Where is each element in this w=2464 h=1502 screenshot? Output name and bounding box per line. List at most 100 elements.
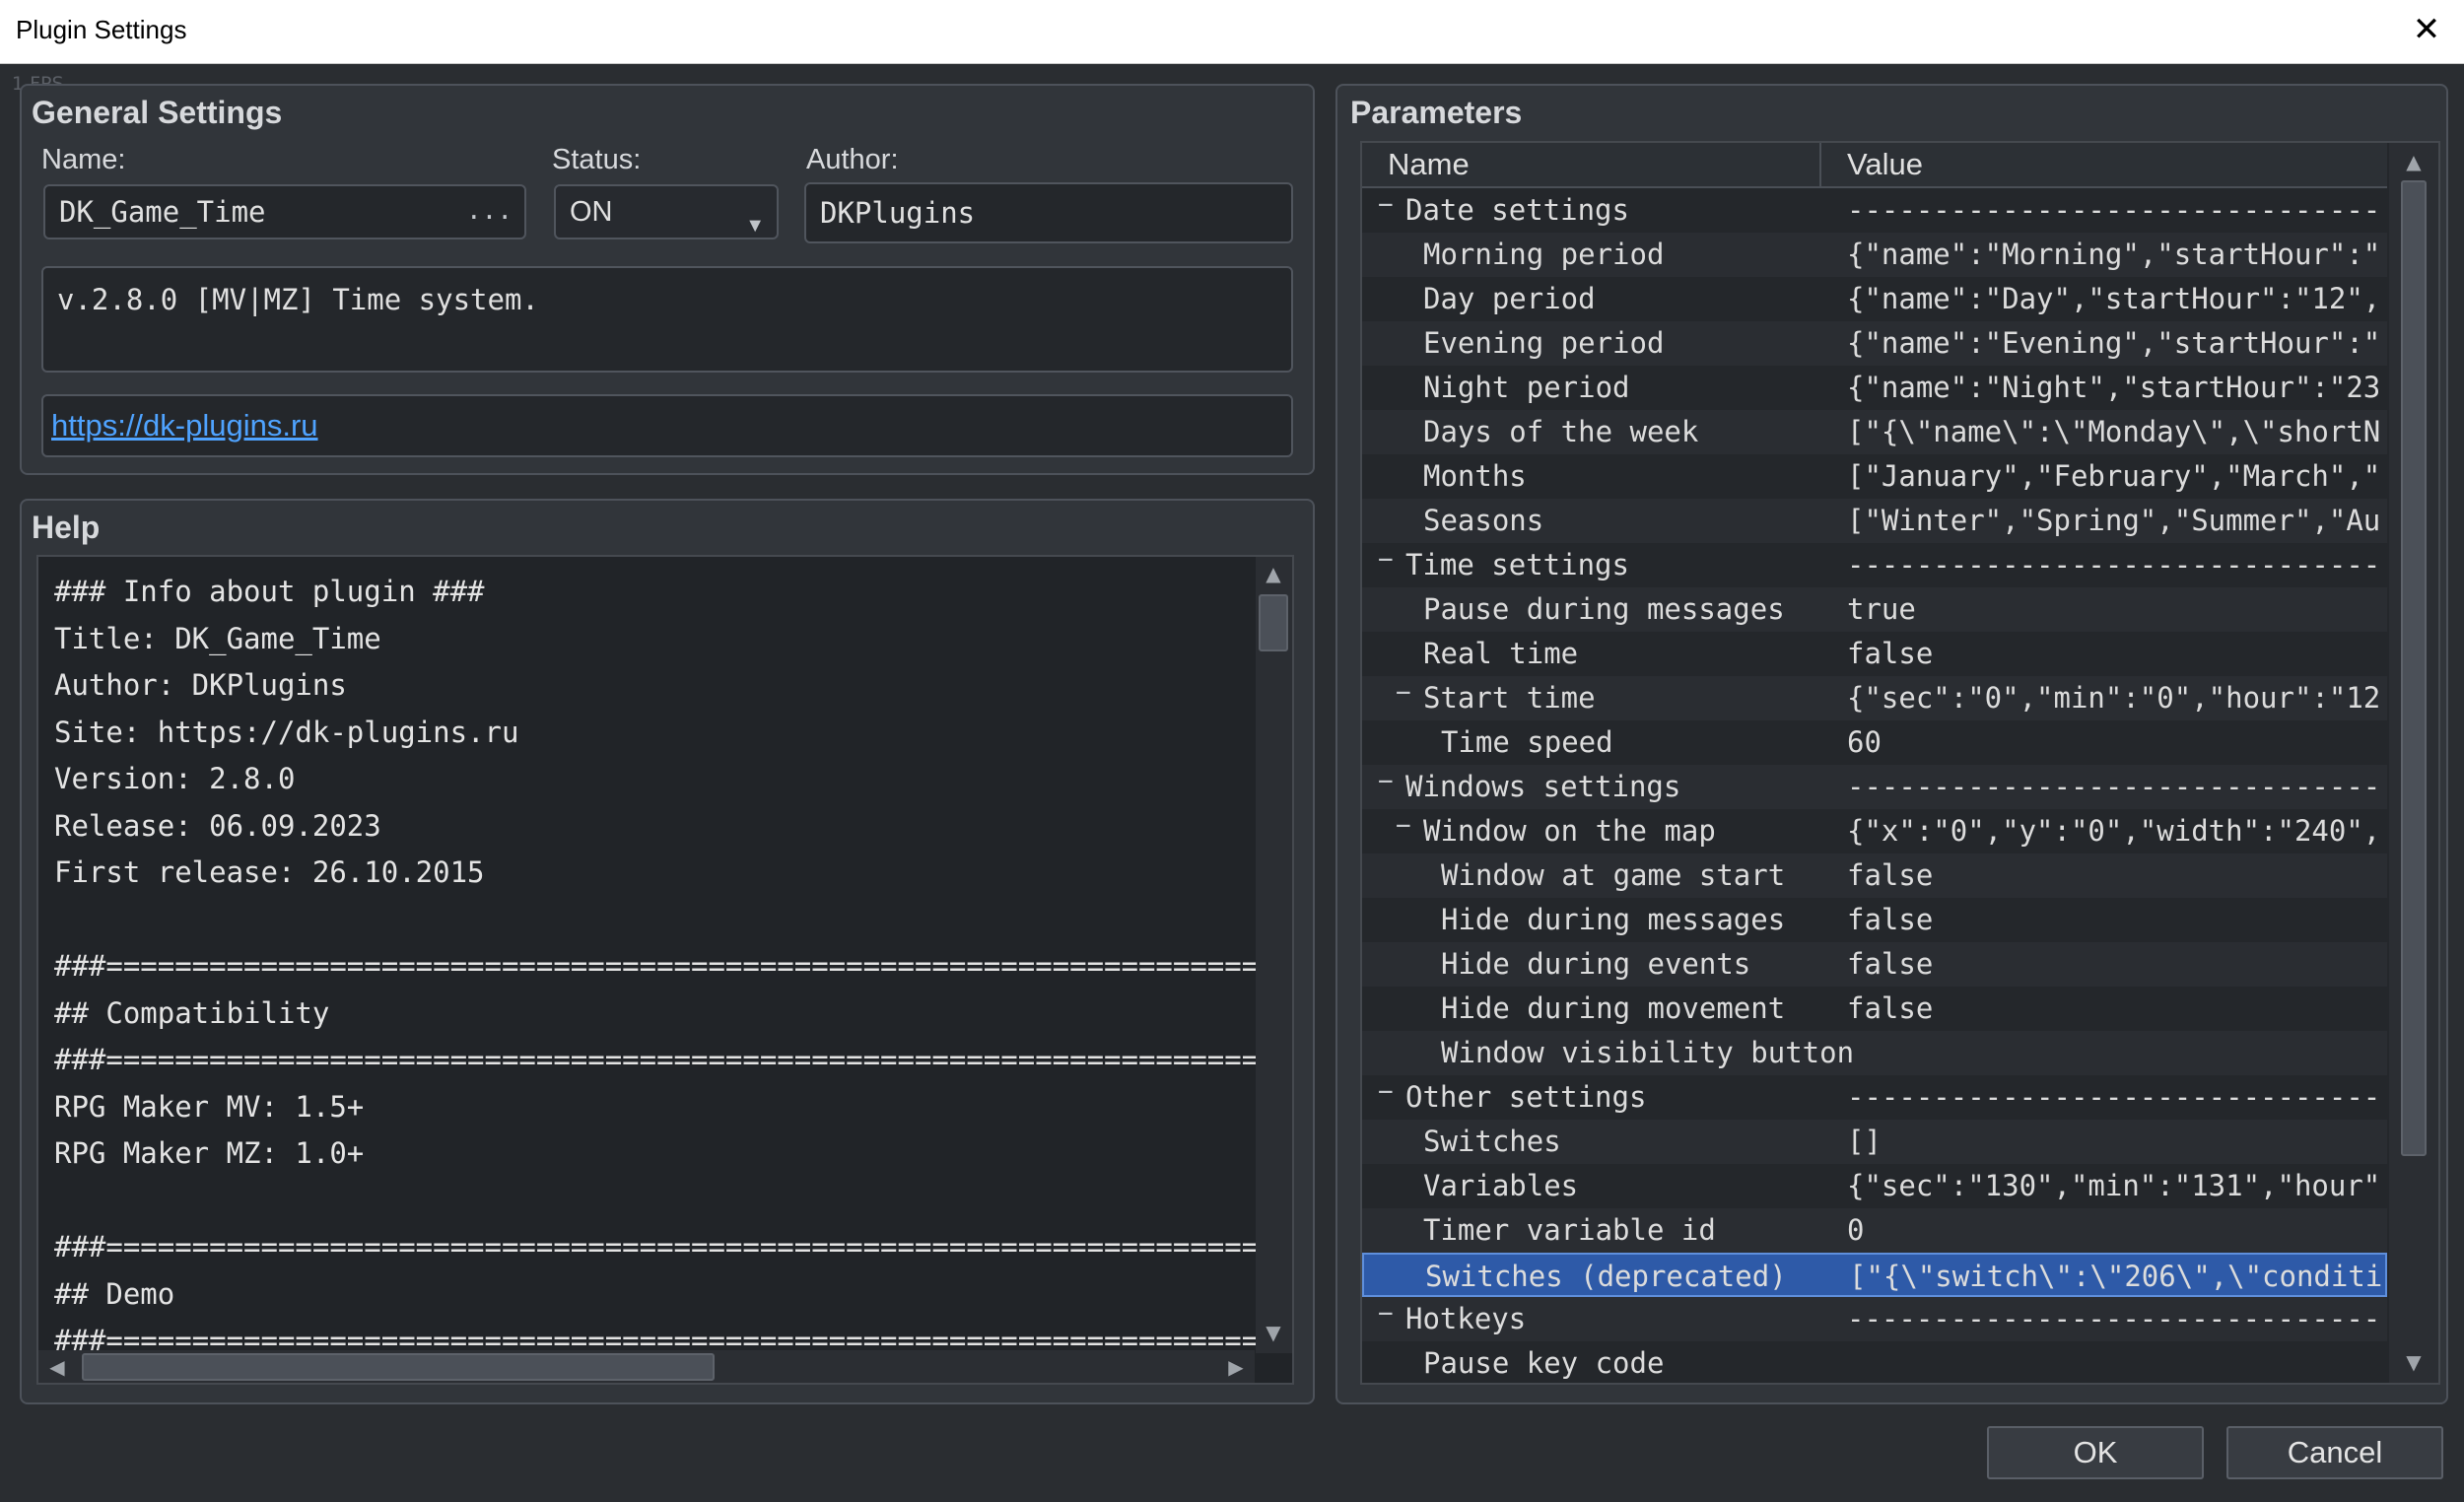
parameter-row[interactable]: Window visibility button xyxy=(1362,1031,2387,1075)
parameter-row[interactable]: − Window on the map {"x":"0","y":"0","widt… xyxy=(1362,809,2387,853)
parameter-name: Start time xyxy=(1423,681,1596,715)
link-field: https://dk-plugins.ru xyxy=(41,394,1293,457)
plugin-link[interactable]: https://dk-plugins.ru xyxy=(51,408,318,443)
description-text: v.2.8.0 [MV|MZ] Time system. xyxy=(57,283,539,316)
parameter-row[interactable]: − Hotkeys --------------------------------… xyxy=(1362,1297,2387,1341)
status-label: Status: xyxy=(552,144,642,175)
parameter-value: --------------------------------- xyxy=(1847,548,2379,581)
parameter-name: Pause key code xyxy=(1423,1346,1665,1380)
help-title: Help xyxy=(32,510,101,545)
parameter-name: Evening period xyxy=(1423,326,1665,360)
scroll-up-icon[interactable]: ▲ xyxy=(1259,559,1288,588)
parameter-row[interactable]: Hide during movement false xyxy=(1362,987,2387,1031)
help-line: First release: 26.10.2015 xyxy=(54,855,485,889)
parameter-row[interactable]: Switches [] xyxy=(1362,1120,2387,1164)
author-field[interactable]: DKPlugins xyxy=(804,182,1293,243)
ok-button[interactable]: OK xyxy=(1987,1426,2204,1479)
parameter-value: false xyxy=(1847,991,1934,1025)
parameter-row[interactable]: Time speed 60 xyxy=(1362,720,2387,765)
params-scroll-down-icon[interactable]: ▼ xyxy=(2399,1347,2429,1377)
parameter-row[interactable]: Seasons ["Winter","Spring","Summer","Aut… xyxy=(1362,499,2387,543)
collapse-icon[interactable]: − xyxy=(1378,1077,1394,1107)
more-icon[interactable]: ··· xyxy=(466,192,513,243)
parameter-row[interactable]: − Time settings --------------------------… xyxy=(1362,543,2387,587)
parameter-value: {"x":"0","y":"0","width":"240","… xyxy=(1847,814,2379,848)
parameter-value: {"sec":"0","min":"0","hour":"12"… xyxy=(1847,681,2379,715)
parameter-row[interactable]: Pause during messages true xyxy=(1362,587,2387,632)
params-vscroll-thumb[interactable] xyxy=(2401,180,2427,1156)
parameter-value: false xyxy=(1847,903,1934,936)
help-horizontal-scrollbar[interactable]: ◀ ▶ xyxy=(38,1350,1255,1383)
column-header-name[interactable]: Name xyxy=(1388,147,1470,182)
help-text-area[interactable]: ### Info about plugin ### Title: DK_Game_… xyxy=(36,555,1294,1385)
description-field[interactable]: v.2.8.0 [MV|MZ] Time system. xyxy=(41,266,1293,373)
parameter-row[interactable]: Hide during events false xyxy=(1362,942,2387,987)
parameter-row[interactable]: Days of the week ["{\"name\":\"Monday\",\… xyxy=(1362,410,2387,454)
status-select[interactable]: ON ▼ xyxy=(554,184,779,239)
scroll-down-icon[interactable]: ▼ xyxy=(1259,1318,1288,1347)
parameter-row[interactable]: − Other settings -------------------------… xyxy=(1362,1075,2387,1120)
help-line: RPG Maker MZ: 1.0+ xyxy=(54,1136,365,1170)
parameter-row[interactable]: Real time false xyxy=(1362,632,2387,676)
parameter-row[interactable]: Pause key code xyxy=(1362,1341,2387,1383)
parameter-row[interactable]: − Date settings --------------------------… xyxy=(1362,188,2387,233)
collapse-icon[interactable]: − xyxy=(1396,678,1411,708)
parameter-value: false xyxy=(1847,637,1934,670)
parameter-value: ["{\"name\":\"Monday\",\"shortNa… xyxy=(1847,415,2379,448)
parameters-table[interactable]: Name Value − Date settings ---------------… xyxy=(1360,141,2440,1385)
parameter-name: Variables xyxy=(1423,1169,1579,1202)
parameter-name: Time speed xyxy=(1441,725,1613,759)
help-line: RPG Maker MV: 1.5+ xyxy=(54,1089,365,1124)
author-value: DKPlugins xyxy=(820,196,976,230)
collapse-icon[interactable]: − xyxy=(1378,190,1394,220)
parameter-row[interactable]: Hide during messages false xyxy=(1362,898,2387,942)
parameter-row[interactable]: Timer variable id 0 xyxy=(1362,1208,2387,1253)
parameter-row[interactable]: Switches (deprecated) ["{\"switch\":\"206… xyxy=(1362,1253,2387,1297)
parameter-name: Seasons xyxy=(1423,504,1544,537)
parameter-row[interactable]: − Start time {"sec":"0","min":"0","hour":"… xyxy=(1362,676,2387,720)
status-value: ON xyxy=(570,196,613,228)
parameter-name: Real time xyxy=(1423,637,1579,670)
collapse-icon[interactable]: − xyxy=(1378,767,1394,796)
help-hscroll-thumb[interactable] xyxy=(82,1353,715,1381)
column-header-value[interactable]: Value xyxy=(1847,147,1923,182)
help-line: ###=====================================… xyxy=(54,949,1276,983)
parameter-name: Day period xyxy=(1423,282,1596,315)
parameter-row[interactable]: Night period {"name":"Night","startHour":… xyxy=(1362,366,2387,410)
parameter-value: 60 xyxy=(1847,725,1882,759)
parameters-title: Parameters xyxy=(1350,95,1523,130)
name-field[interactable]: DK_Game_Time ··· xyxy=(43,184,526,239)
parameter-name: Windows settings xyxy=(1405,770,1681,803)
help-line xyxy=(54,897,1276,944)
collapse-icon[interactable]: − xyxy=(1378,545,1394,575)
parameter-value: false xyxy=(1847,947,1934,981)
help-vscroll-thumb[interactable] xyxy=(1259,594,1288,651)
parameter-row[interactable]: Morning period {"name":"Morning","startHo… xyxy=(1362,233,2387,277)
parameter-value: --------------------------------- xyxy=(1847,193,2379,227)
parameter-row[interactable]: Variables {"sec":"130","min":"131","hour"… xyxy=(1362,1164,2387,1208)
params-scroll-up-icon[interactable]: ▲ xyxy=(2399,147,2429,176)
cancel-button[interactable]: Cancel xyxy=(2226,1426,2443,1479)
help-vertical-scrollbar[interactable]: ▲ ▼ xyxy=(1256,557,1292,1353)
parameter-name: Pause during messages xyxy=(1423,592,1785,626)
parameters-vertical-scrollbar[interactable]: ▲ ▼ xyxy=(2389,143,2438,1383)
scroll-left-icon[interactable]: ◀ xyxy=(42,1352,72,1382)
general-settings-title: General Settings xyxy=(32,95,283,130)
help-text: ### Info about plugin ### Title: DK_Game_… xyxy=(54,569,1276,1365)
collapse-icon[interactable]: − xyxy=(1378,1299,1394,1329)
parameter-name: Months xyxy=(1423,459,1527,493)
parameter-value: {"name":"Day","startHour":"12","… xyxy=(1847,282,2379,315)
parameter-row[interactable]: − Windows settings -----------------------… xyxy=(1362,765,2387,809)
parameter-row[interactable]: Evening period {"name":"Evening","startHo… xyxy=(1362,321,2387,366)
parameter-value: {"name":"Night","startHour":"23"… xyxy=(1847,371,2379,404)
parameter-value: false xyxy=(1847,858,1934,892)
column-divider[interactable] xyxy=(1819,143,1821,186)
parameter-row[interactable]: Months ["January","February","March","A… xyxy=(1362,454,2387,499)
help-line: ## Compatibility xyxy=(54,995,330,1030)
parameter-name: Switches xyxy=(1423,1125,1561,1158)
parameter-row[interactable]: Day period {"name":"Day","startHour":"12"… xyxy=(1362,277,2387,321)
scroll-right-icon[interactable]: ▶ xyxy=(1221,1352,1251,1382)
parameter-row[interactable]: Window at game start false xyxy=(1362,853,2387,898)
collapse-icon[interactable]: − xyxy=(1396,811,1411,841)
close-icon[interactable]: ✕ xyxy=(2405,8,2448,51)
